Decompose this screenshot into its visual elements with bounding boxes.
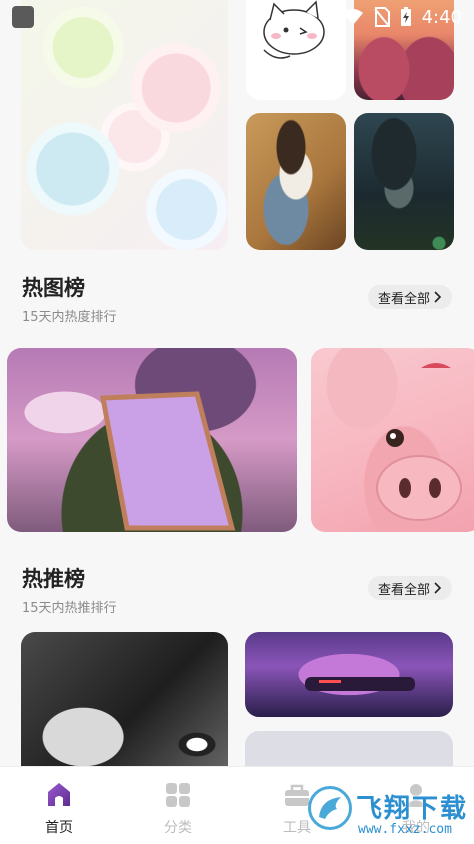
wifi-icon (342, 9, 363, 25)
nav-label-category: 分类 (164, 820, 192, 836)
see-all-label: 查看全部 (377, 582, 430, 598)
wallpaper-pink-mirror-clouds[interactable] (7, 348, 297, 532)
hot-images-title: 热图榜 (22, 276, 85, 300)
status-time: 4:40 (421, 6, 462, 28)
mirror-frame-illustration (100, 391, 236, 531)
wallpaper-black-white-hands[interactable] (21, 632, 228, 782)
chevron-right-icon (434, 291, 442, 303)
wing-icon (319, 797, 341, 819)
nav-item-home[interactable]: 首页 (19, 781, 99, 837)
site-watermark: 飞翔下载 www.fxxz.com (300, 780, 474, 844)
car-lights-illustration (305, 677, 415, 691)
hot-recommend-subtitle: 15天内热推排行 (22, 601, 117, 616)
pig-snout-illustration (376, 363, 462, 521)
no-sim-icon (373, 7, 390, 27)
grid-icon (166, 783, 190, 807)
status-icons: 4:40 (342, 5, 462, 29)
home-icon (48, 783, 70, 806)
hot-images-subtitle: 15天内热度排行 (22, 310, 117, 325)
chevron-right-icon (434, 582, 442, 594)
watermark-url: www.fxxz.com (358, 822, 452, 837)
nav-item-category[interactable]: 分类 (138, 781, 218, 837)
hot-images-see-all-button[interactable]: 查看全部 (367, 285, 452, 309)
hot-recommend-see-all-button[interactable]: 查看全部 (367, 576, 452, 600)
battery-charging-icon (400, 7, 411, 26)
notification-app-icon (12, 6, 34, 28)
hot-recommend-title: 热推榜 (22, 567, 85, 591)
wallpaper-pink-pig[interactable] (311, 348, 474, 532)
watermark-text: 飞翔下载 (356, 794, 469, 824)
nav-label-home: 首页 (45, 820, 73, 836)
watermark-logo (308, 786, 352, 830)
see-all-label: 查看全部 (377, 291, 430, 307)
status-bar: 4:40 (0, 0, 474, 34)
wallpaper-dark-cartoon-boy[interactable] (354, 113, 454, 250)
wallpaper-girl-portrait[interactable] (246, 113, 346, 250)
wallpaper-lemon-slices[interactable] (21, 0, 228, 250)
wallpaper-purple-car-night[interactable] (245, 632, 453, 717)
